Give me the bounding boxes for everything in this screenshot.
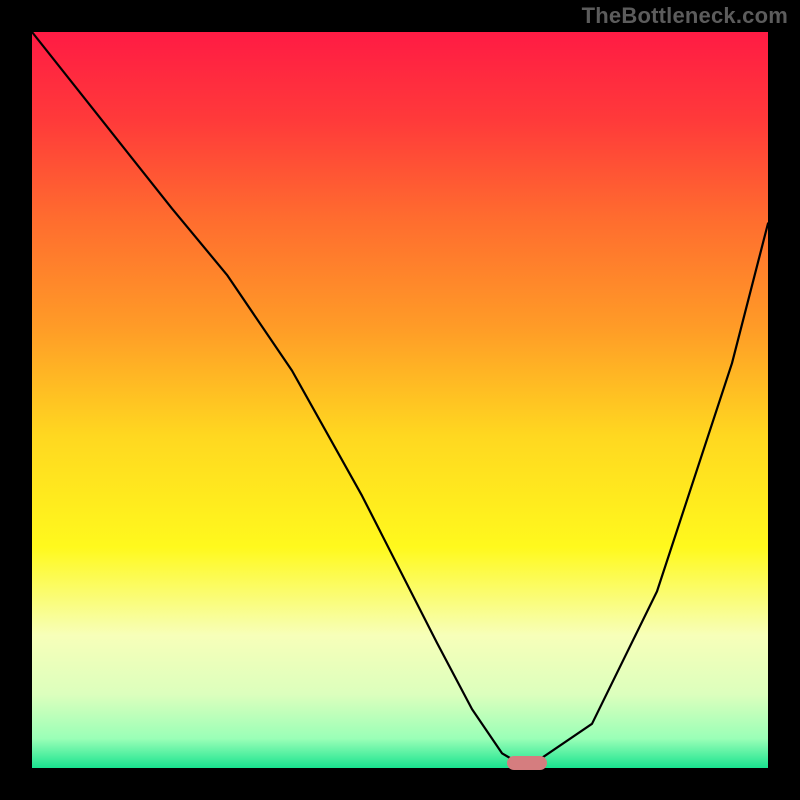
- optimal-marker: [507, 756, 547, 770]
- bottleneck-chart: [0, 0, 800, 800]
- chart-frame: TheBottleneck.com: [0, 0, 800, 800]
- gradient-background: [32, 32, 768, 768]
- watermark-text: TheBottleneck.com: [582, 3, 788, 29]
